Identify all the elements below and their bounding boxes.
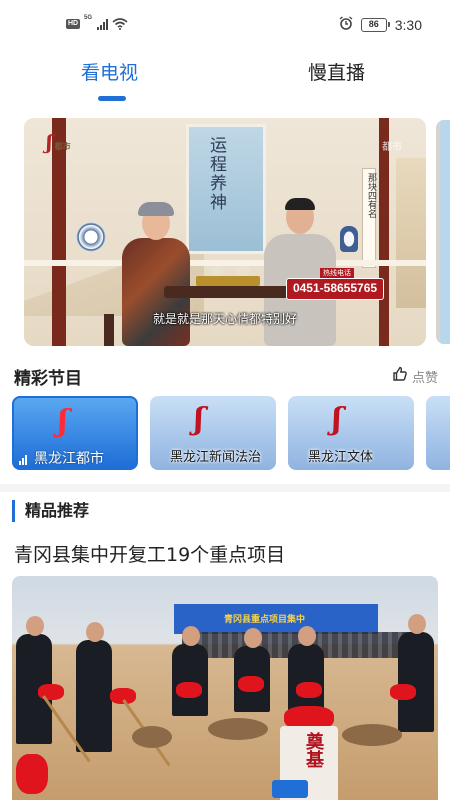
channel-card[interactable]: ʃ 黑龙江文体 [288,396,414,470]
next-video-preview[interactable] [436,120,450,344]
side-scroll-text: 那块四有名 [366,173,376,218]
video-subtitle: 就是就是那天心情都特别好 [152,312,297,326]
tab-watch-tv[interactable]: 看电视 [81,58,138,85]
scene-vase [340,226,358,252]
recommended-title: 精品推荐 [12,500,89,522]
thumbs-up-icon [392,366,408,386]
like-label: 点赞 [411,370,438,386]
channel-logo-icon: ʃ [194,402,204,437]
alarm-icon [339,16,353,33]
channel-name: 黑龙江文体 [308,450,374,465]
channel-logo-icon: ʃ [332,402,342,437]
featured-header: 精彩节目 点赞 [14,364,438,389]
scene-person [288,626,324,714]
scene-tea-table [164,286,294,298]
scene-mountain-right [396,158,426,308]
status-left: HD 5G [66,15,128,30]
channel-list: ʃ 黑龙江都市 ʃ 黑龙江新闻法治 ʃ 黑龙江文体 [12,396,450,470]
channel-logo-icon: ʃ [58,404,68,439]
watermark-badge [272,780,308,798]
corner-watermark: 都市 [382,142,402,153]
channel-card-next[interactable] [426,396,450,470]
scene-teacup [234,266,250,276]
scene-tea-tray [196,276,260,286]
banner-text: 青冈县重点项目集中 [224,615,306,625]
scene-red-flower [390,684,416,700]
stone-text: 奠基 [303,732,324,768]
status-right: 86 3:30 [339,16,422,33]
news-image[interactable]: 青冈县重点项目集中 奠基 [12,576,438,800]
channel-card[interactable]: ʃ 黑龙江都市 [12,396,138,470]
section-divider [0,484,450,492]
clock: 3:30 [394,16,422,33]
battery-icon: 86 [360,17,390,32]
like-button[interactable]: 点赞 [392,366,438,386]
hotline-number: 0451-58655765 [286,278,384,300]
video-player[interactable]: 运程养神 那块四有名 ʃ 都市 都市 热线电话 0451-58655765 就是就… [24,118,426,346]
scene-plate [76,222,106,252]
top-tabs: 看电视 慢直播 [0,52,450,102]
scene-dirt [208,718,268,740]
ceremony-banner: 青冈县重点项目集中 [174,604,378,634]
wifi-icon [112,18,128,30]
scene-red-flower [16,754,48,794]
scene-shelf [24,260,426,266]
scene-dirt [342,724,402,746]
scene-person [398,614,434,732]
scene-red-flower [176,682,202,698]
scene-teapot [210,266,224,276]
scene-side-scroll: 那块四有名 [362,168,376,268]
scene-red-flower [296,682,322,698]
hotline-label: 热线电话 [320,268,354,278]
featured-title: 精彩节目 [14,369,82,389]
hd-badge: HD [66,19,80,29]
channel-logo-text: 都市 [54,141,71,151]
channel-logo: ʃ 都市 [46,130,71,154]
channel-card[interactable]: ʃ 黑龙江新闻法治 [150,396,276,470]
scene-person [172,626,208,716]
playing-bars-icon [19,455,27,465]
status-bar: HD 5G 86 3:30 [0,0,450,48]
scene-red-flower [238,676,264,692]
channel-name: 黑龙江新闻法治 [170,450,262,465]
scene-person [76,622,112,752]
news-title[interactable]: 青冈县集中开复工19个重点项目 [14,540,285,567]
tab-slow-live[interactable]: 慢直播 [308,58,365,85]
channel-name: 黑龙江都市 [34,451,104,467]
tab-indicator [98,96,126,101]
signal-icon [97,18,109,30]
network-type-label: 5G [84,15,93,21]
scroll-title: 运程养神 [206,136,226,212]
scene-dirt [132,726,172,748]
